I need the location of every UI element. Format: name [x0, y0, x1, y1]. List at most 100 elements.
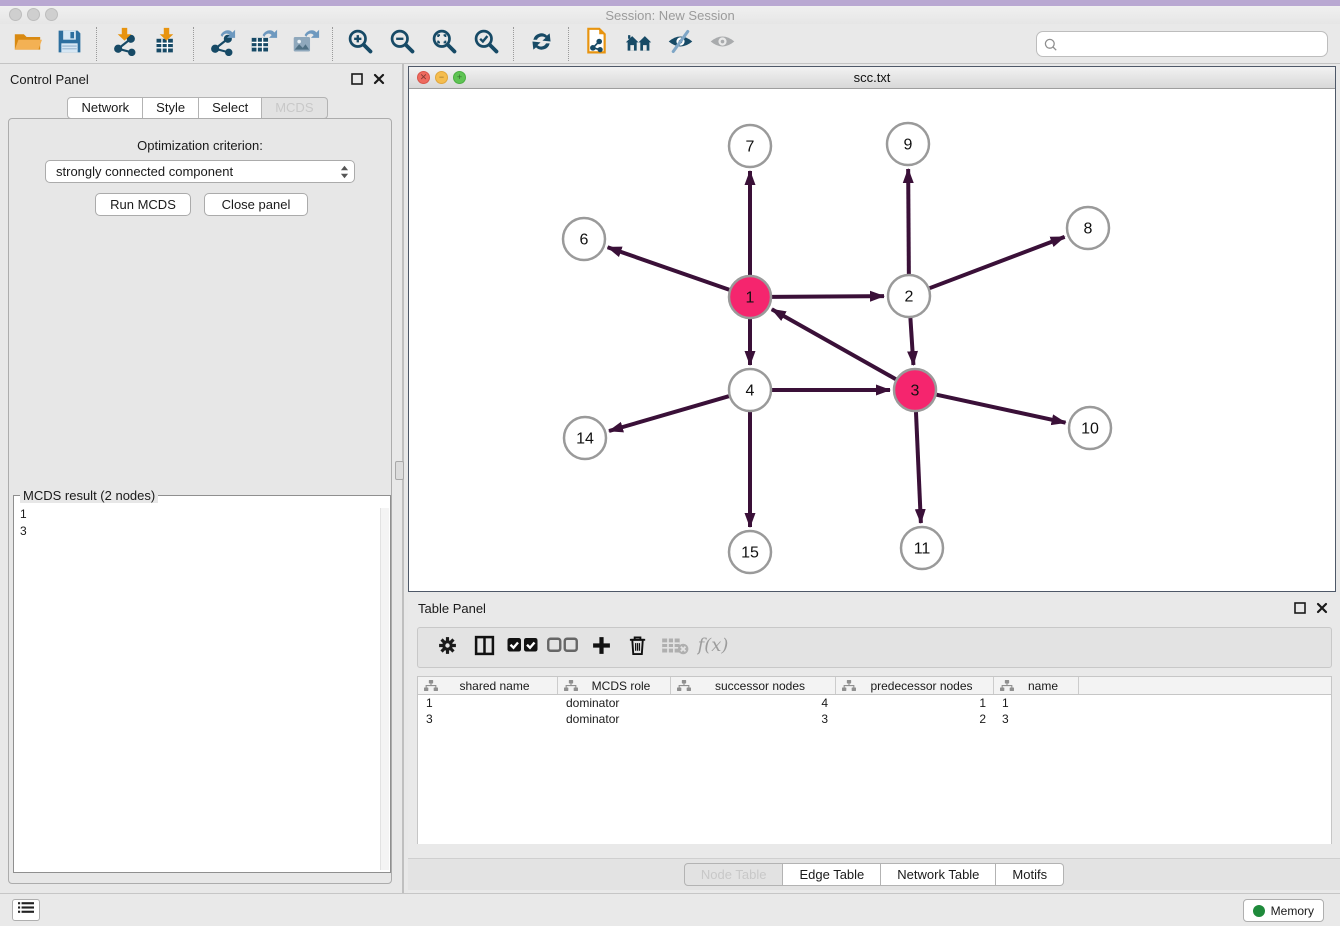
- list-icon: [18, 901, 34, 919]
- delete-table-button: [660, 633, 690, 663]
- close-panel-icon[interactable]: [373, 73, 385, 85]
- column-header-label: predecessor nodes: [850, 679, 993, 693]
- hide-selected-button[interactable]: [659, 26, 701, 62]
- clone-network-button[interactable]: [575, 26, 617, 62]
- toolbar-separator: [193, 27, 194, 61]
- edge-3-11[interactable]: [916, 412, 921, 523]
- delete-column-button[interactable]: [623, 633, 653, 663]
- edge-1-2[interactable]: [772, 296, 884, 297]
- edge-2-9[interactable]: [908, 169, 909, 274]
- zoom-in-button[interactable]: [339, 26, 381, 62]
- status-menu-button[interactable]: [12, 899, 40, 921]
- tab-mcds[interactable]: MCDS: [262, 97, 327, 119]
- add-column-button[interactable]: [586, 633, 616, 663]
- zoom-fit-button[interactable]: [423, 26, 465, 62]
- column-header-shared-name[interactable]: shared name: [418, 677, 558, 694]
- search-input[interactable]: [1063, 32, 1323, 56]
- table-cell[interactable]: 3: [418, 711, 558, 727]
- tab-node-table[interactable]: Node Table: [684, 863, 784, 886]
- table-cell[interactable]: 4: [671, 695, 836, 711]
- close-table-panel-icon[interactable]: [1316, 602, 1328, 614]
- tab-network-table[interactable]: Network Table: [881, 863, 996, 886]
- import-network-icon: [110, 27, 139, 61]
- column-header-label: shared name: [432, 679, 557, 693]
- optimization-criterion-select[interactable]: strongly connected component: [45, 160, 355, 183]
- settings-button[interactable]: [432, 633, 462, 663]
- memory-button[interactable]: Memory: [1243, 899, 1324, 922]
- edge-1-6[interactable]: [608, 247, 730, 289]
- table-cell[interactable]: 3: [994, 711, 1079, 727]
- column-header-label: MCDS role: [572, 679, 670, 693]
- network-window-titlebar[interactable]: ✕ − + scc.txt: [409, 67, 1335, 89]
- select-all-button[interactable]: [506, 633, 539, 663]
- table-cell[interactable]: 1: [994, 695, 1079, 711]
- save-session-button[interactable]: [48, 26, 90, 62]
- node-label-14: 14: [576, 431, 594, 448]
- zoom-out-button[interactable]: [381, 26, 423, 62]
- export-table-icon: [249, 27, 278, 61]
- column-header-label: name: [1008, 679, 1078, 693]
- table-row[interactable]: 1dominator411: [418, 695, 1331, 711]
- control-panel: Control Panel NetworkStyleSelectMCDS Opt…: [0, 64, 395, 893]
- import-table-button[interactable]: [145, 26, 187, 62]
- table-cell[interactable]: dominator: [558, 711, 671, 727]
- splitter-handle[interactable]: [395, 461, 404, 480]
- tab-style[interactable]: Style: [143, 97, 199, 119]
- deselect-all-button[interactable]: [546, 633, 579, 663]
- first-neighbors-button[interactable]: [617, 26, 659, 62]
- result-scrollbar[interactable]: [380, 508, 389, 870]
- mcds-result-textarea[interactable]: 13: [20, 506, 376, 868]
- mcds-tab-content: Optimization criterion: strongly connect…: [8, 118, 392, 884]
- column-header-successor-nodes[interactable]: successor nodes: [671, 677, 836, 694]
- export-image-button[interactable]: [284, 26, 326, 62]
- chevron-updown-icon: [339, 163, 350, 187]
- edge-3-10[interactable]: [936, 395, 1065, 423]
- column-header-label: successor nodes: [685, 679, 835, 693]
- edge-2-8[interactable]: [930, 237, 1065, 288]
- table-row[interactable]: 3dominator323: [418, 711, 1331, 727]
- zoom-selected-button[interactable]: [465, 26, 507, 62]
- open-file-button[interactable]: [6, 26, 48, 62]
- float-panel-icon[interactable]: [351, 73, 363, 85]
- toggle-columns-button[interactable]: [469, 633, 499, 663]
- optimization-criterion-label: Optimization criterion:: [9, 138, 391, 153]
- column-header-name[interactable]: name: [994, 677, 1079, 694]
- close-panel-button[interactable]: Close panel: [204, 193, 308, 216]
- export-network-button[interactable]: [200, 26, 242, 62]
- table-cell[interactable]: 3: [671, 711, 836, 727]
- window-title: Session: New Session: [0, 8, 1340, 23]
- table-cell[interactable]: dominator: [558, 695, 671, 711]
- search-box[interactable]: [1036, 31, 1328, 57]
- control-panel-title: Control Panel: [10, 72, 89, 87]
- node-label-1: 1: [746, 290, 755, 307]
- delete-table-icon: [661, 635, 689, 661]
- tab-motifs[interactable]: Motifs: [996, 863, 1064, 886]
- table-panel: Table Panel f(x) shared nameMCDS rolesuc…: [408, 595, 1340, 893]
- table-cell[interactable]: 2: [836, 711, 994, 727]
- node-label-11: 11: [914, 541, 931, 558]
- tab-network[interactable]: Network: [67, 97, 143, 119]
- result-line: 1: [20, 506, 376, 523]
- edge-2-3[interactable]: [910, 318, 913, 365]
- run-mcds-button[interactable]: Run MCDS: [95, 193, 191, 216]
- network-canvas[interactable]: 7968124314101511: [409, 89, 1335, 591]
- table-body: 1dominator4113dominator323: [417, 695, 1332, 844]
- edge-4-14[interactable]: [609, 396, 729, 431]
- column-header-MCDS-role[interactable]: MCDS role: [558, 677, 671, 694]
- table-panel-title: Table Panel: [418, 601, 486, 616]
- column-header-predecessor-nodes[interactable]: predecessor nodes: [836, 677, 994, 694]
- export-table-button[interactable]: [242, 26, 284, 62]
- table-cell[interactable]: 1: [836, 695, 994, 711]
- table-tabs: Node TableEdge TableNetwork TableMotifs: [408, 858, 1340, 890]
- float-table-panel-icon[interactable]: [1294, 602, 1306, 614]
- tab-edge-table[interactable]: Edge Table: [783, 863, 881, 886]
- zoom-selected-icon: [472, 27, 501, 61]
- edge-3-1[interactable]: [772, 309, 896, 379]
- tab-select[interactable]: Select: [199, 97, 262, 119]
- show-all-button: [701, 26, 743, 62]
- table-cell[interactable]: 1: [418, 695, 558, 711]
- recalculate-layout-button[interactable]: [520, 26, 562, 62]
- import-network-button[interactable]: [103, 26, 145, 62]
- zoom-out-icon: [388, 27, 417, 61]
- result-line: 3: [20, 523, 376, 540]
